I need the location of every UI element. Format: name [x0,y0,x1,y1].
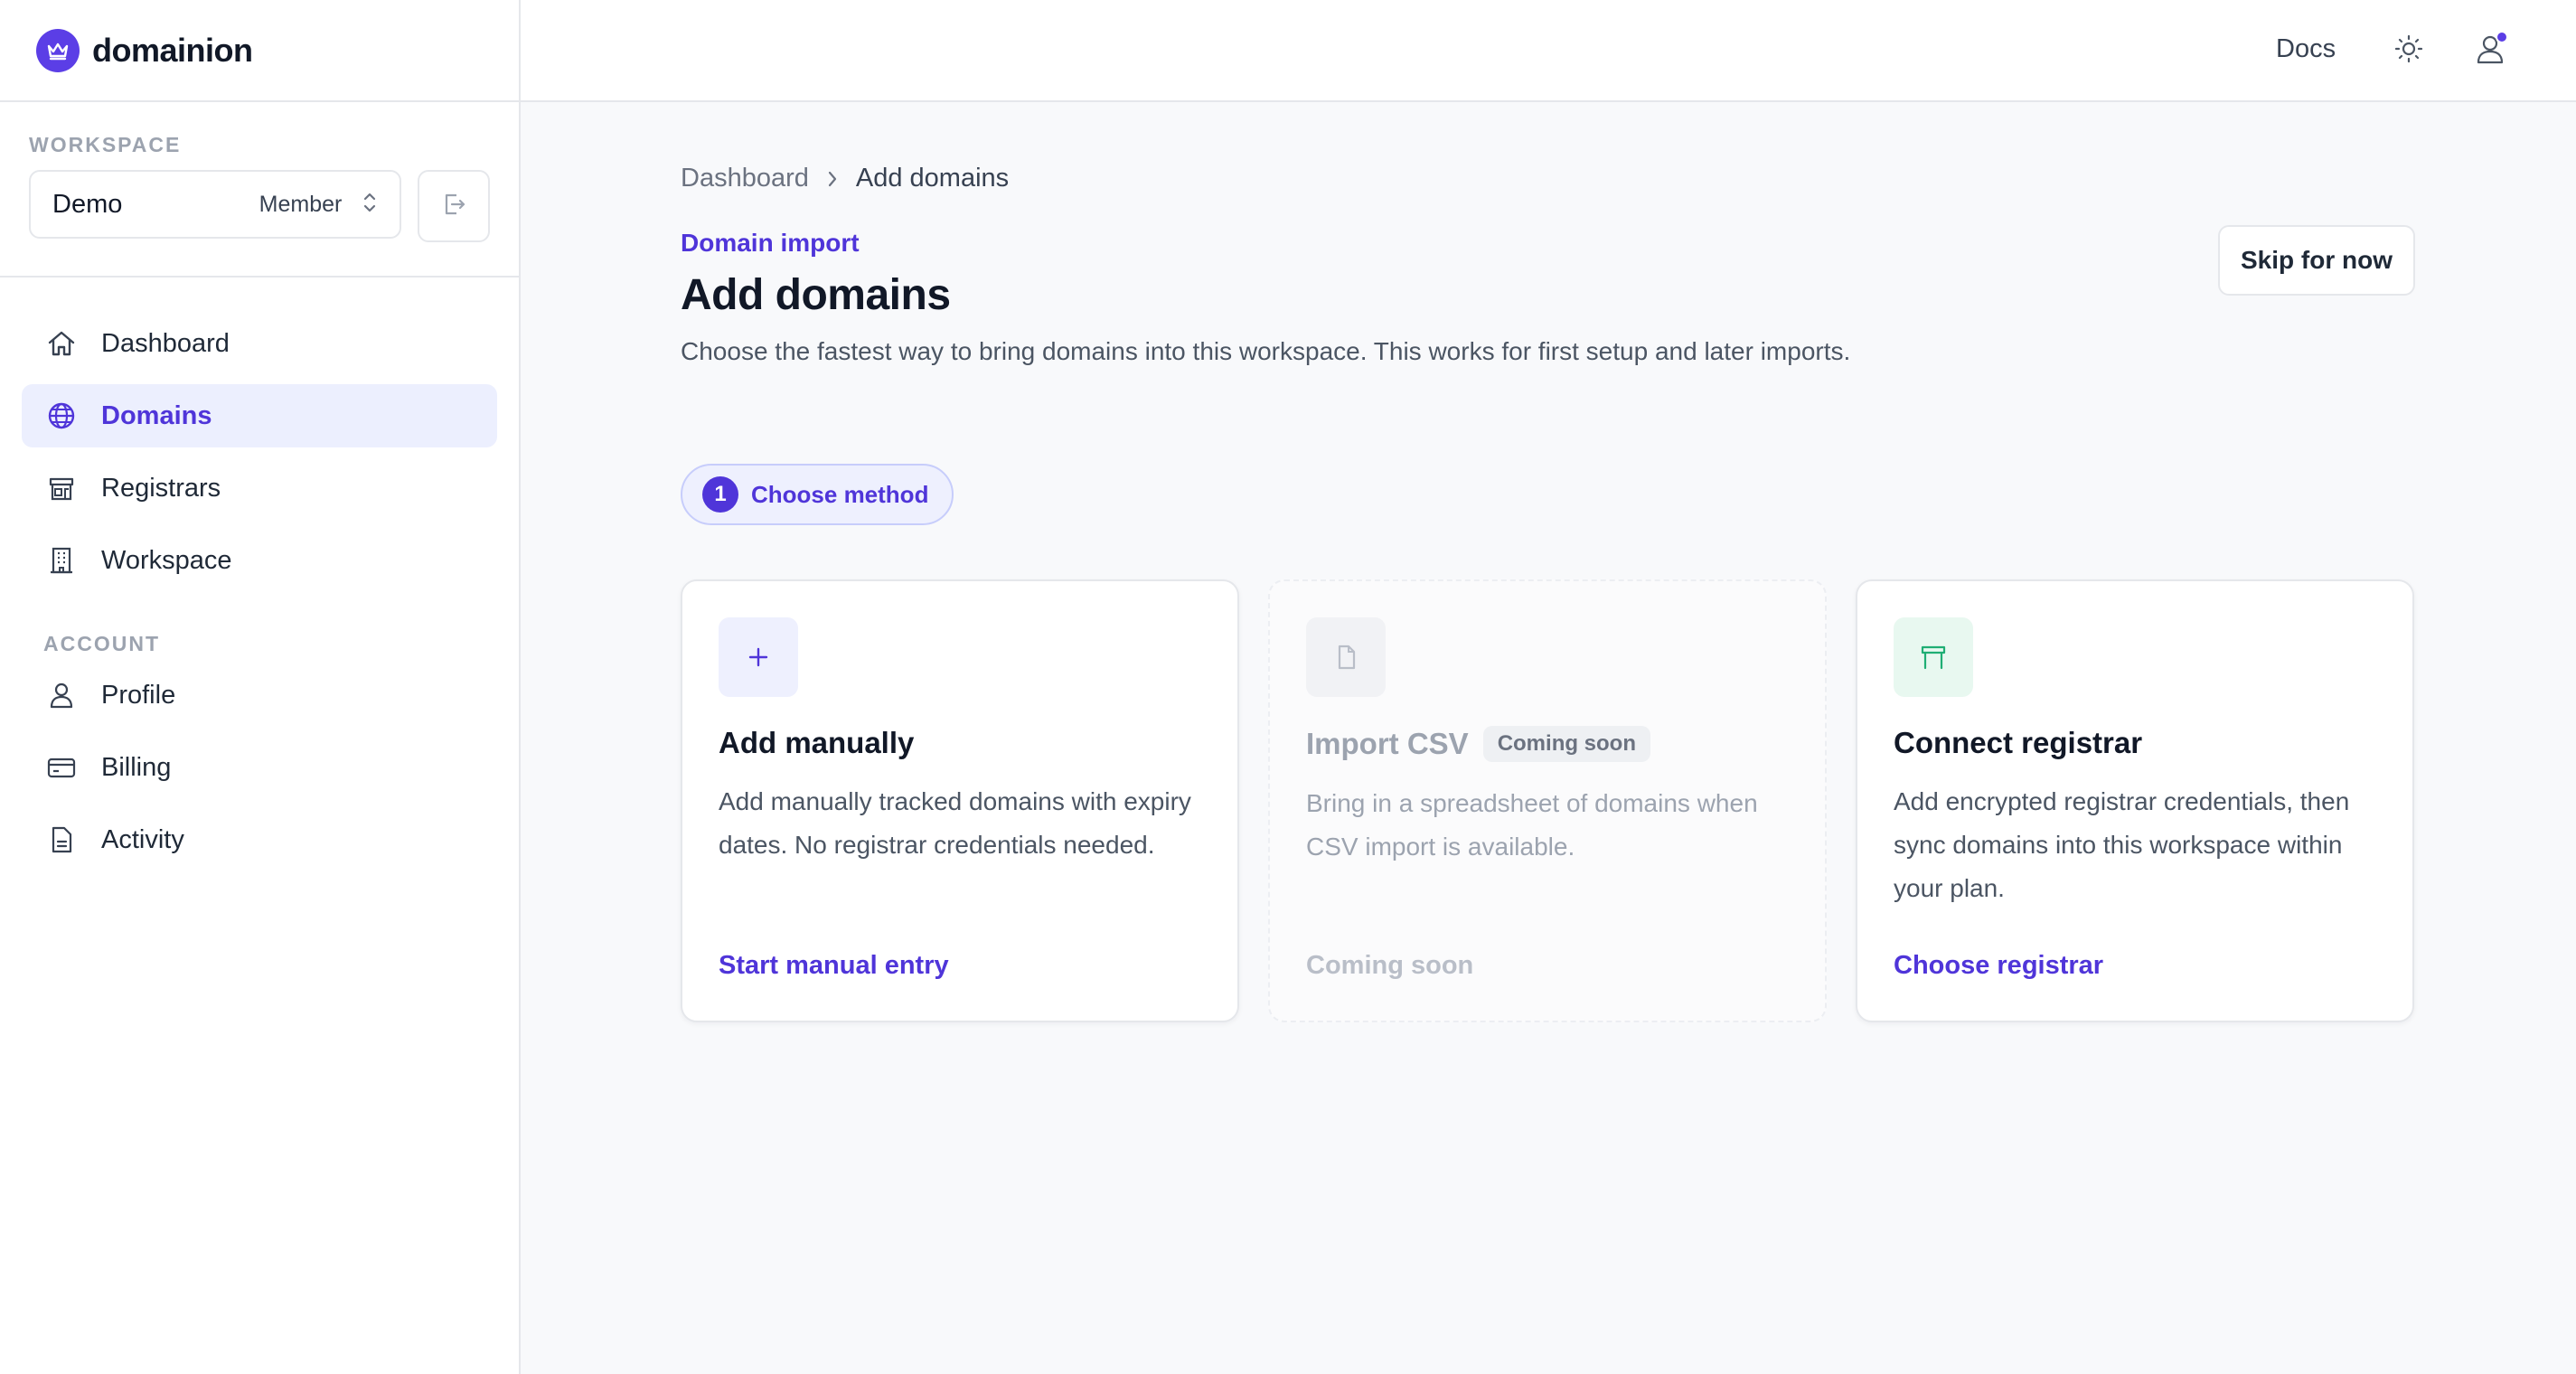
home-icon [43,325,80,362]
step-label: Choose method [751,480,929,508]
sidebar-item-activity[interactable]: Activity [22,808,497,871]
card-description: Bring in a spreadsheet of domains when C… [1306,789,1758,861]
registrar-icon [1894,617,1973,697]
chevron-up-down-icon [362,191,378,219]
sidebar-item-label: Profile [101,680,176,710]
page-description: Choose the fastest way to bring domains … [681,337,1851,365]
choose-registrar-link[interactable]: Choose registrar [1894,951,2103,981]
sidebar-item-profile[interactable]: Profile [22,663,497,727]
skip-button[interactable]: Skip for now [2218,225,2415,296]
plus-icon [719,617,798,697]
user-icon [43,677,80,713]
main-nav: Dashboard Domains Registrars Workspace A… [0,278,519,871]
breadcrumb: Dashboard Add domains [681,164,1009,193]
coming-soon-label: Coming soon [1306,951,1474,980]
card-connect-registrar[interactable]: Connect registrar Add encrypted registra… [1856,579,2414,1022]
topbar [521,0,2576,102]
brand-name: domainion [92,31,253,69]
start-manual-entry-link[interactable]: Start manual entry [719,951,949,981]
logout-icon [438,189,469,224]
page-eyebrow: Domain import [681,229,860,257]
chevron-right-icon [825,169,840,189]
workspace-role: Member [259,191,343,217]
sidebar-item-billing[interactable]: Billing [22,736,497,799]
crown-icon [36,28,80,72]
file-icon [1306,617,1386,697]
sidebar-item-label: Workspace [101,545,232,575]
workspace-select[interactable]: Demo Member [29,170,402,239]
sidebar-item-label: Domains [101,400,212,430]
notification-dot [2496,31,2508,43]
step-indicator: 1 Choose method [681,464,954,525]
leave-workspace-button[interactable] [418,170,490,242]
sidebar-item-dashboard[interactable]: Dashboard [22,312,497,375]
coming-soon-badge: Coming soon [1482,726,1651,762]
docs-link[interactable]: Docs [2276,34,2336,64]
card-description: Add encrypted registrar credentials, the… [1894,787,2350,902]
building-icon [43,542,80,579]
card-title: Import CSV [1306,727,1469,760]
step-number: 1 [702,476,738,513]
sidebar-item-label: Billing [101,752,172,782]
card-import-csv: Import CSV Coming soon Bring in a spread… [1268,579,1827,1022]
document-icon [43,822,80,858]
brand[interactable]: domainion [0,0,519,102]
account-label: ACCOUNT [43,632,160,655]
sidebar-item-label: Registrars [101,473,221,503]
storefront-icon [43,470,80,506]
card-description: Add manually tracked domains with expiry… [719,787,1191,859]
theme-toggle-button[interactable] [2389,31,2429,71]
sidebar-item-registrars[interactable]: Registrars [22,456,497,520]
card-title: Connect registrar [1894,726,2143,759]
credit-card-icon [43,749,80,786]
card-add-manually[interactable]: Add manually Add manually tracked domain… [681,579,1239,1022]
sidebar: domainion WORKSPACE Demo Member Dashboar… [0,0,521,1374]
sidebar-item-label: Dashboard [101,328,230,358]
globe-icon [43,398,80,434]
workspace-section: WORKSPACE Demo Member [0,102,519,278]
workspace-label: WORKSPACE [29,133,182,156]
sidebar-item-label: Activity [101,824,184,854]
sun-icon [2391,31,2427,71]
user-menu-button[interactable] [2470,31,2510,71]
workspace-name: Demo [52,189,123,219]
sidebar-item-workspace[interactable]: Workspace [22,529,497,592]
breadcrumb-dashboard[interactable]: Dashboard [681,164,809,193]
breadcrumb-current: Add domains [855,164,1010,193]
sidebar-item-domains[interactable]: Domains [22,384,497,447]
card-title: Add manually [719,726,915,759]
page-title: Add domains [681,271,951,319]
import-method-cards: Add manually Add manually tracked domain… [681,579,2414,1022]
